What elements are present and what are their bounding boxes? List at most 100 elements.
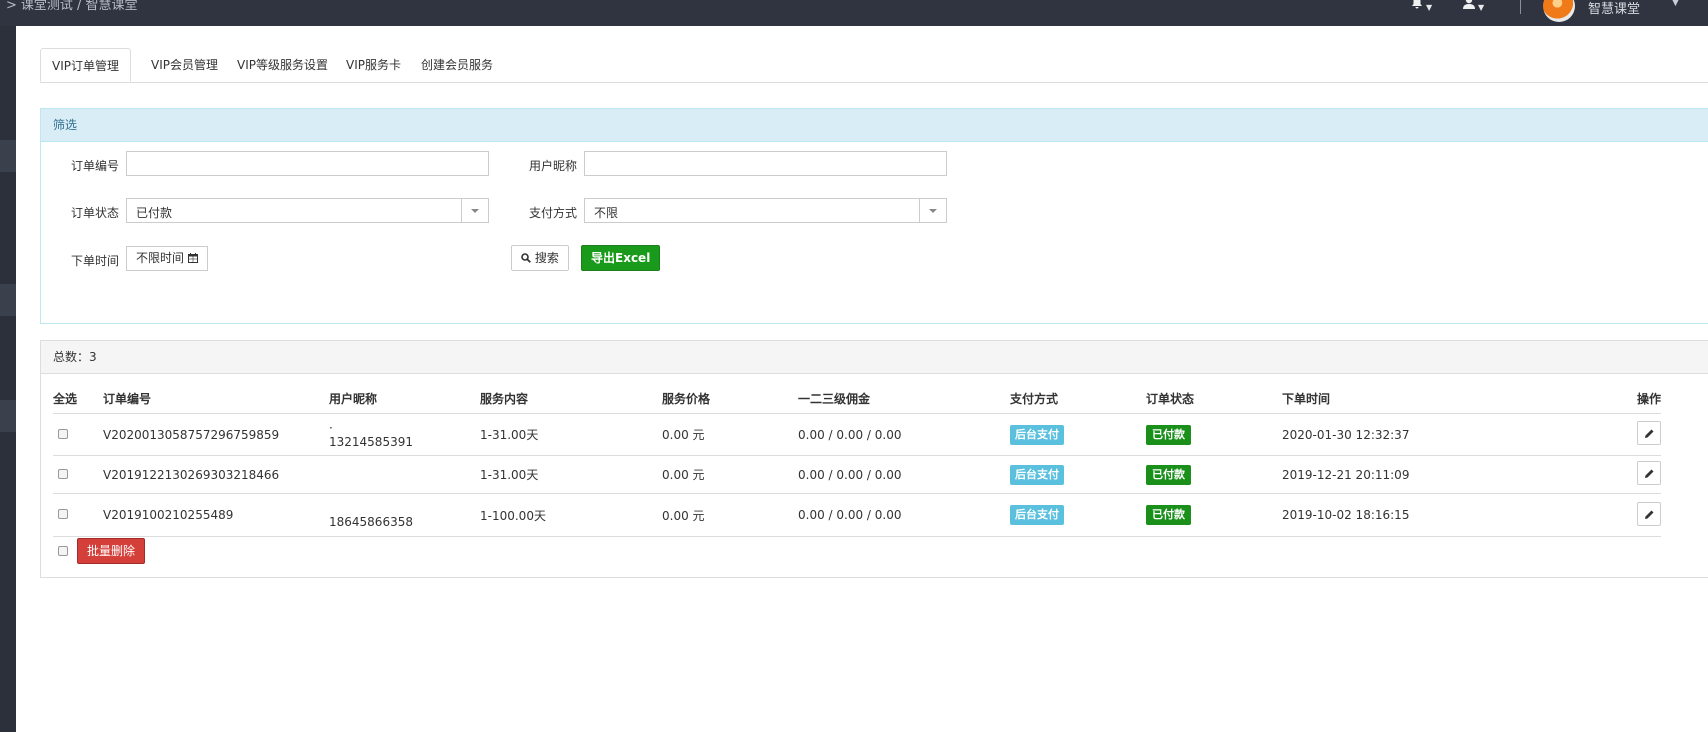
status-badge: 已付款	[1146, 424, 1191, 445]
pay-method-select[interactable]: 不限	[584, 198, 947, 223]
select-arrow[interactable]	[461, 199, 488, 222]
chevron-down-icon	[471, 209, 479, 213]
chevron-down-icon: ▼	[1478, 3, 1485, 12]
col-status: 订单状态	[1146, 383, 1282, 414]
topbar-divider	[1520, 0, 1521, 14]
chevron-down-icon: ▼	[1426, 3, 1433, 12]
col-service: 服务内容	[480, 383, 662, 414]
chevron-down-icon[interactable]: ▼	[1672, 0, 1679, 8]
total-count: 总数：3	[41, 341, 1708, 374]
export-excel-button[interactable]: 导出Excel	[581, 245, 661, 271]
commission: 0.00 / 0.00 / 0.00	[798, 493, 1010, 537]
nickname	[329, 455, 480, 494]
status-select[interactable]: 已付款	[126, 198, 489, 223]
notifications-button[interactable]: ▼	[1410, 0, 1432, 14]
breadcrumb: > 课堂测试 / 智慧课堂	[6, 0, 138, 13]
col-time: 下单时间	[1282, 383, 1539, 414]
row-checkbox[interactable]	[58, 428, 68, 439]
search-icon	[521, 253, 531, 263]
avatar[interactable]	[1543, 0, 1575, 22]
date-range-picker[interactable]: 不限时间	[126, 246, 208, 271]
pay-method-label: 支付方式	[529, 206, 578, 220]
nickname-input[interactable]	[584, 151, 947, 176]
order-time: 2019-10-02 18:16:15	[1282, 493, 1539, 537]
status-badge: 已付款	[1146, 464, 1191, 485]
filter-title: 筛选	[41, 109, 1708, 142]
edit-button[interactable]	[1637, 461, 1661, 485]
nickname-bottom: 13214585391	[329, 434, 413, 449]
search-button[interactable]: 搜索	[511, 245, 569, 271]
status-label: 订单状态	[71, 206, 120, 220]
calendar-icon	[187, 253, 198, 263]
sidebar-item[interactable]	[0, 284, 16, 316]
table-row: V2020013058757296759859 · 13214585391 1-3…	[53, 413, 1661, 456]
order-no-input[interactable]	[126, 151, 489, 176]
edit-button[interactable]	[1637, 421, 1661, 445]
breadcrumb-chevron-icon: >	[6, 0, 17, 13]
nickname: 18645866358	[329, 493, 480, 537]
col-select-all[interactable]: 全选	[53, 383, 103, 414]
user-menu-button[interactable]: ▼	[1462, 0, 1484, 14]
order-no-label: 订单编号	[71, 159, 120, 173]
search-button-label: 搜索	[534, 251, 559, 265]
pencil-icon	[1645, 429, 1654, 438]
col-nickname: 用户昵称	[329, 383, 480, 414]
sidebar	[0, 26, 16, 732]
nickname-bottom: 18645866358	[329, 515, 413, 529]
service: 1-31.00天	[480, 455, 662, 494]
nickname: · 13214585391	[329, 413, 480, 456]
table-row: V2019100210255489 18645866358 1-100.00天 …	[53, 493, 1661, 537]
select-all-bottom-checkbox[interactable]	[58, 546, 68, 556]
pencil-icon	[1645, 469, 1654, 478]
chevron-down-icon	[929, 209, 937, 213]
sidebar-item[interactable]	[0, 400, 16, 432]
batch-delete-button[interactable]: 批量删除	[77, 538, 146, 564]
col-actions: 操作	[1539, 383, 1661, 414]
select-arrow[interactable]	[919, 199, 946, 222]
order-no: V2019122130269303218466	[103, 455, 329, 494]
pencil-icon	[1645, 510, 1654, 519]
nickname-top	[329, 501, 480, 515]
tab-bar: VIP订单管理 VIP会员管理 VIP等级服务设置 VIP服务卡 创建会员服务	[40, 48, 1708, 83]
row-checkbox[interactable]	[58, 509, 68, 519]
username[interactable]: 智慧课堂	[1588, 0, 1640, 17]
order-time-label: 下单时间	[71, 254, 120, 268]
sidebar-item[interactable]	[0, 140, 16, 172]
order-time: 2019-12-21 20:11:09	[1282, 455, 1539, 494]
col-price: 服务价格	[662, 383, 798, 414]
price: 0.00 元	[662, 455, 798, 494]
user-icon	[1463, 0, 1475, 9]
orders-table: 全选 订单编号 用户昵称 服务内容 服务价格 一二三级佣金 支付方式 订单状态 …	[53, 383, 1661, 537]
order-time: 2020-01-30 12:32:37	[1282, 413, 1539, 456]
pay-method-badge: 后台支付	[1010, 505, 1064, 525]
price: 0.00 元	[662, 413, 798, 456]
tab-vip-cards[interactable]: VIP服务卡	[346, 48, 401, 82]
edit-button[interactable]	[1637, 501, 1661, 526]
bell-icon	[1412, 0, 1422, 9]
row-checkbox[interactable]	[58, 468, 68, 479]
orders-panel: 总数：3 全选 订单编号 用户昵称 服务内容 服务价格 一二三级佣金 支付方式 …	[40, 340, 1708, 578]
date-range-value: 不限时间	[136, 251, 185, 265]
filter-panel: 筛选 订单编号 用户昵称 订单状态 已付款 支付方式 不限 下单时间 不限时间 …	[40, 108, 1708, 324]
status-select-value: 已付款	[136, 206, 173, 220]
tab-vip-members[interactable]: VIP会员管理	[151, 48, 218, 82]
order-no: V2020013058757296759859	[103, 413, 329, 456]
pay-method-badge: 后台支付	[1010, 424, 1064, 445]
col-order-no: 订单编号	[103, 383, 329, 414]
tab-vip-level-settings[interactable]: VIP等级服务设置	[237, 48, 328, 82]
col-pay-method: 支付方式	[1010, 383, 1146, 414]
top-bar: > 课堂测试 / 智慧课堂 ▼ ▼ 智慧课堂 ▼	[0, 0, 1708, 26]
tab-create-service[interactable]: 创建会员服务	[421, 48, 493, 82]
breadcrumb-text[interactable]: 课堂测试 / 智慧课堂	[21, 0, 138, 13]
commission: 0.00 / 0.00 / 0.00	[798, 455, 1010, 494]
col-commission: 一二三级佣金	[798, 383, 1010, 414]
service: 1-31.00天	[480, 413, 662, 456]
pay-method-badge: 后台支付	[1010, 464, 1064, 485]
nickname-label: 用户昵称	[529, 159, 578, 173]
status-badge: 已付款	[1146, 505, 1191, 525]
table-row: V2019122130269303218466 1-31.00天 0.00 元 …	[53, 455, 1661, 494]
table-header-row: 全选 订单编号 用户昵称 服务内容 服务价格 一二三级佣金 支付方式 订单状态 …	[53, 383, 1661, 414]
tab-vip-orders[interactable]: VIP订单管理	[40, 48, 131, 82]
order-no: V2019100210255489	[103, 493, 329, 537]
nickname-top: ·	[329, 420, 333, 435]
